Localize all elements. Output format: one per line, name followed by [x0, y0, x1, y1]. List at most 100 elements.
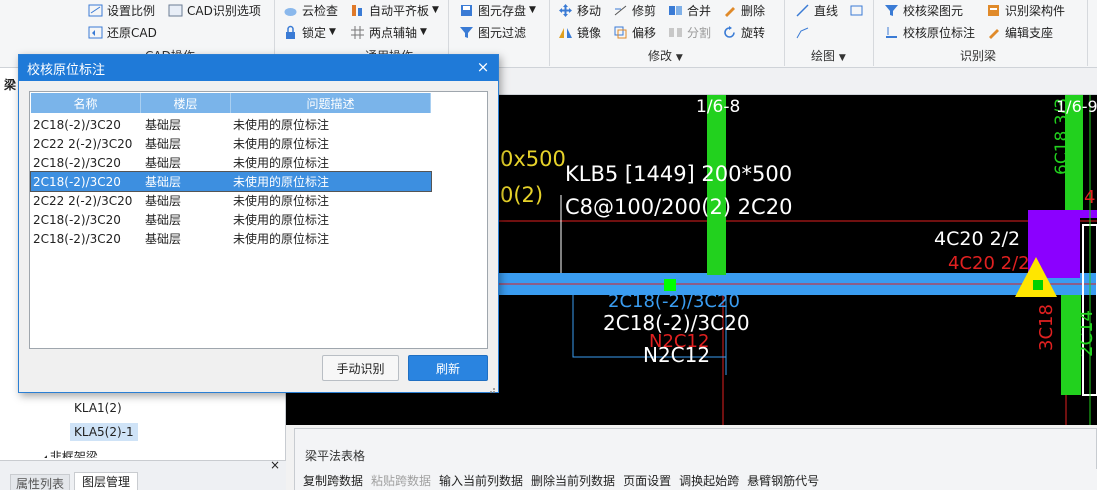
- filter-icon: [459, 25, 474, 40]
- line-icon: [795, 3, 810, 18]
- scale-icon: [88, 3, 103, 18]
- restore-cad-button[interactable]: 还原CAD: [88, 22, 157, 42]
- trim-icon: [613, 3, 628, 18]
- swap-start-span-button[interactable]: 调换起始跨: [679, 472, 739, 489]
- polyline-icon: [795, 25, 810, 40]
- align-slab-icon: [350, 3, 365, 18]
- dropdown-arrow-icon: ▼: [529, 5, 536, 15]
- split-icon: [668, 25, 683, 40]
- axis-label-3: 1/6-9: [1056, 97, 1097, 116]
- input-column-button[interactable]: 输入当前列数据: [439, 472, 523, 489]
- two-point-axis-button[interactable]: 两点辅轴 ▼: [350, 22, 427, 42]
- axis-label-1: 1/6-8: [696, 97, 741, 117]
- grid-header: 名称 楼层 问题描述: [31, 93, 431, 113]
- close-icon[interactable]: ×: [474, 58, 492, 76]
- aux-axis-icon: [350, 25, 365, 40]
- column-header-issue[interactable]: 问题描述: [231, 93, 431, 113]
- table-row[interactable]: 2C18(-2)/3C20 基础层 未使用的原位标注: [31, 153, 431, 172]
- column-header-name[interactable]: 名称: [31, 93, 141, 113]
- lock-icon: [283, 25, 298, 40]
- left-panel-tabs: × 属性列表 图层管理: [0, 458, 286, 490]
- delete-button[interactable]: 删除: [722, 0, 765, 20]
- save-element-button[interactable]: 图元存盘 ▼: [459, 0, 536, 20]
- ribbon-separator: [549, 0, 550, 66]
- cantilever-code-button[interactable]: 悬臂钢筋代号: [747, 472, 819, 489]
- dropdown-arrow-icon: ▼: [329, 27, 336, 37]
- rotate-button[interactable]: 旋转: [722, 22, 765, 42]
- table-row-selected[interactable]: 2C18(-2)/3C20 基础层 未使用的原位标注: [30, 171, 432, 192]
- tree-item-kla1[interactable]: KLA1(2): [74, 401, 122, 415]
- cloud-check-icon: [283, 3, 298, 18]
- beam-table-panel: 梁平法表格 复制跨数据 粘贴跨数据 输入当前列数据 删除当前列数据 页面设置 调…: [294, 428, 1097, 490]
- dropdown-arrow-icon: ▼: [420, 27, 427, 37]
- merge-button[interactable]: 合并: [668, 0, 711, 20]
- dimension-text-partial-2: 0(2): [500, 183, 544, 207]
- manual-identify-button[interactable]: 手动识别: [322, 355, 399, 381]
- lock-button[interactable]: 锁定 ▼: [283, 22, 336, 42]
- tab-properties[interactable]: 属性列表: [10, 474, 70, 490]
- split-button[interactable]: 分割: [668, 22, 711, 42]
- dialog-title-bar[interactable]: 校核原位标注 ×: [19, 55, 498, 81]
- check-annotation-button[interactable]: 校核原位标注: [884, 22, 975, 42]
- rect-draw-button[interactable]: [849, 0, 868, 20]
- side-rebar-white: N2C12: [643, 343, 711, 367]
- paste-span-button[interactable]: 粘贴跨数据: [371, 472, 431, 489]
- support-rebar-label-red: 4C20 2/2: [948, 253, 1030, 274]
- move-button[interactable]: 移动: [558, 0, 601, 20]
- issue-grid: 名称 楼层 问题描述 2C18(-2)/3C20 基础层 未使用的原位标注 2C…: [29, 91, 488, 349]
- trim-button[interactable]: 修剪: [613, 0, 656, 20]
- grip-point: [1033, 280, 1043, 290]
- delete-column-button[interactable]: 删除当前列数据: [531, 472, 615, 489]
- left-panel-tab[interactable]: 梁: [4, 76, 16, 93]
- merge-icon: [668, 3, 683, 18]
- mirror-icon: [558, 25, 573, 40]
- refresh-button[interactable]: 刷新: [408, 355, 488, 381]
- expand-arrow-icon: ◢: [40, 454, 50, 458]
- offset-button[interactable]: 偏移: [613, 22, 656, 42]
- identify-beam-button[interactable]: 识别梁构件: [986, 0, 1065, 20]
- app-window: 设置比例 CAD识别选项 还原CAD CAD操作 云检查 自动平齐板 ▼ 锁定 …: [0, 0, 1097, 490]
- group-label-draw: 绘图 ▼: [811, 49, 846, 63]
- column-rebar-1: 3C18: [1036, 304, 1057, 351]
- table-row[interactable]: 2C18(-2)/3C20 基础层 未使用的原位标注: [31, 115, 431, 134]
- tab-layer-management[interactable]: 图层管理: [74, 472, 138, 490]
- close-icon[interactable]: ×: [270, 458, 280, 472]
- cad-options-icon: [168, 3, 183, 18]
- mirror-button[interactable]: 镜像: [558, 22, 601, 42]
- beam-annotation-line2: C8@100/200(2) 2C20: [565, 195, 793, 219]
- edit-support-button[interactable]: 编辑支座: [986, 22, 1053, 42]
- panel-title: 梁平法表格: [305, 449, 366, 463]
- dialog-title: 校核原位标注: [27, 62, 106, 78]
- cloud-check-button[interactable]: 云检查: [283, 0, 338, 20]
- table-row[interactable]: 2C22 2(-2)/3C20 基础层 未使用的原位标注: [31, 191, 431, 210]
- beam-annotation-line1: KLB5 [1449] 200*500: [565, 162, 793, 186]
- edit-support-icon: [986, 25, 1001, 40]
- line-button[interactable]: 直线: [795, 0, 838, 20]
- group-label-modify: 修改 ▼: [648, 49, 683, 63]
- cad-options-button[interactable]: CAD识别选项: [168, 0, 261, 20]
- identify-beam-icon: [986, 3, 1001, 18]
- resize-grip-icon[interactable]: [487, 382, 495, 393]
- arc-draw-button[interactable]: [795, 22, 814, 42]
- table-row[interactable]: 2C22 2(-2)/3C20 基础层 未使用的原位标注: [31, 134, 431, 153]
- set-scale-button[interactable]: 设置比例: [88, 0, 155, 20]
- table-row[interactable]: 2C18(-2)/3C20 基础层 未使用的原位标注: [31, 210, 431, 229]
- check-beam-element-button[interactable]: 校核梁图元: [884, 0, 963, 20]
- element-filter-button[interactable]: 图元过滤: [459, 22, 526, 42]
- column-header-floor[interactable]: 楼层: [141, 93, 231, 113]
- table-row[interactable]: 2C18(-2)/3C20 基础层 未使用的原位标注: [31, 229, 431, 248]
- tree-item-non-frame-beam[interactable]: ◢ 非框架梁: [40, 448, 98, 458]
- rectangle-icon: [849, 3, 864, 18]
- auto-align-slab-button[interactable]: 自动平齐板 ▼: [350, 0, 439, 20]
- support-rebar-label: 4C20 2/2: [934, 228, 1021, 250]
- copy-span-button[interactable]: 复制跨数据: [303, 472, 363, 489]
- column-rebar-2: 2C14: [1076, 310, 1097, 357]
- check-beam-icon: [884, 3, 899, 18]
- dimension-text-partial: 0x500: [500, 147, 566, 171]
- restore-cad-icon: [88, 25, 103, 40]
- tree-item-kla5[interactable]: KLA5(2)-1: [70, 423, 138, 441]
- group-label-identify: 识别梁: [960, 49, 997, 63]
- page-setup-button[interactable]: 页面设置: [623, 472, 671, 489]
- move-icon: [558, 3, 573, 18]
- delete-icon: [722, 3, 737, 18]
